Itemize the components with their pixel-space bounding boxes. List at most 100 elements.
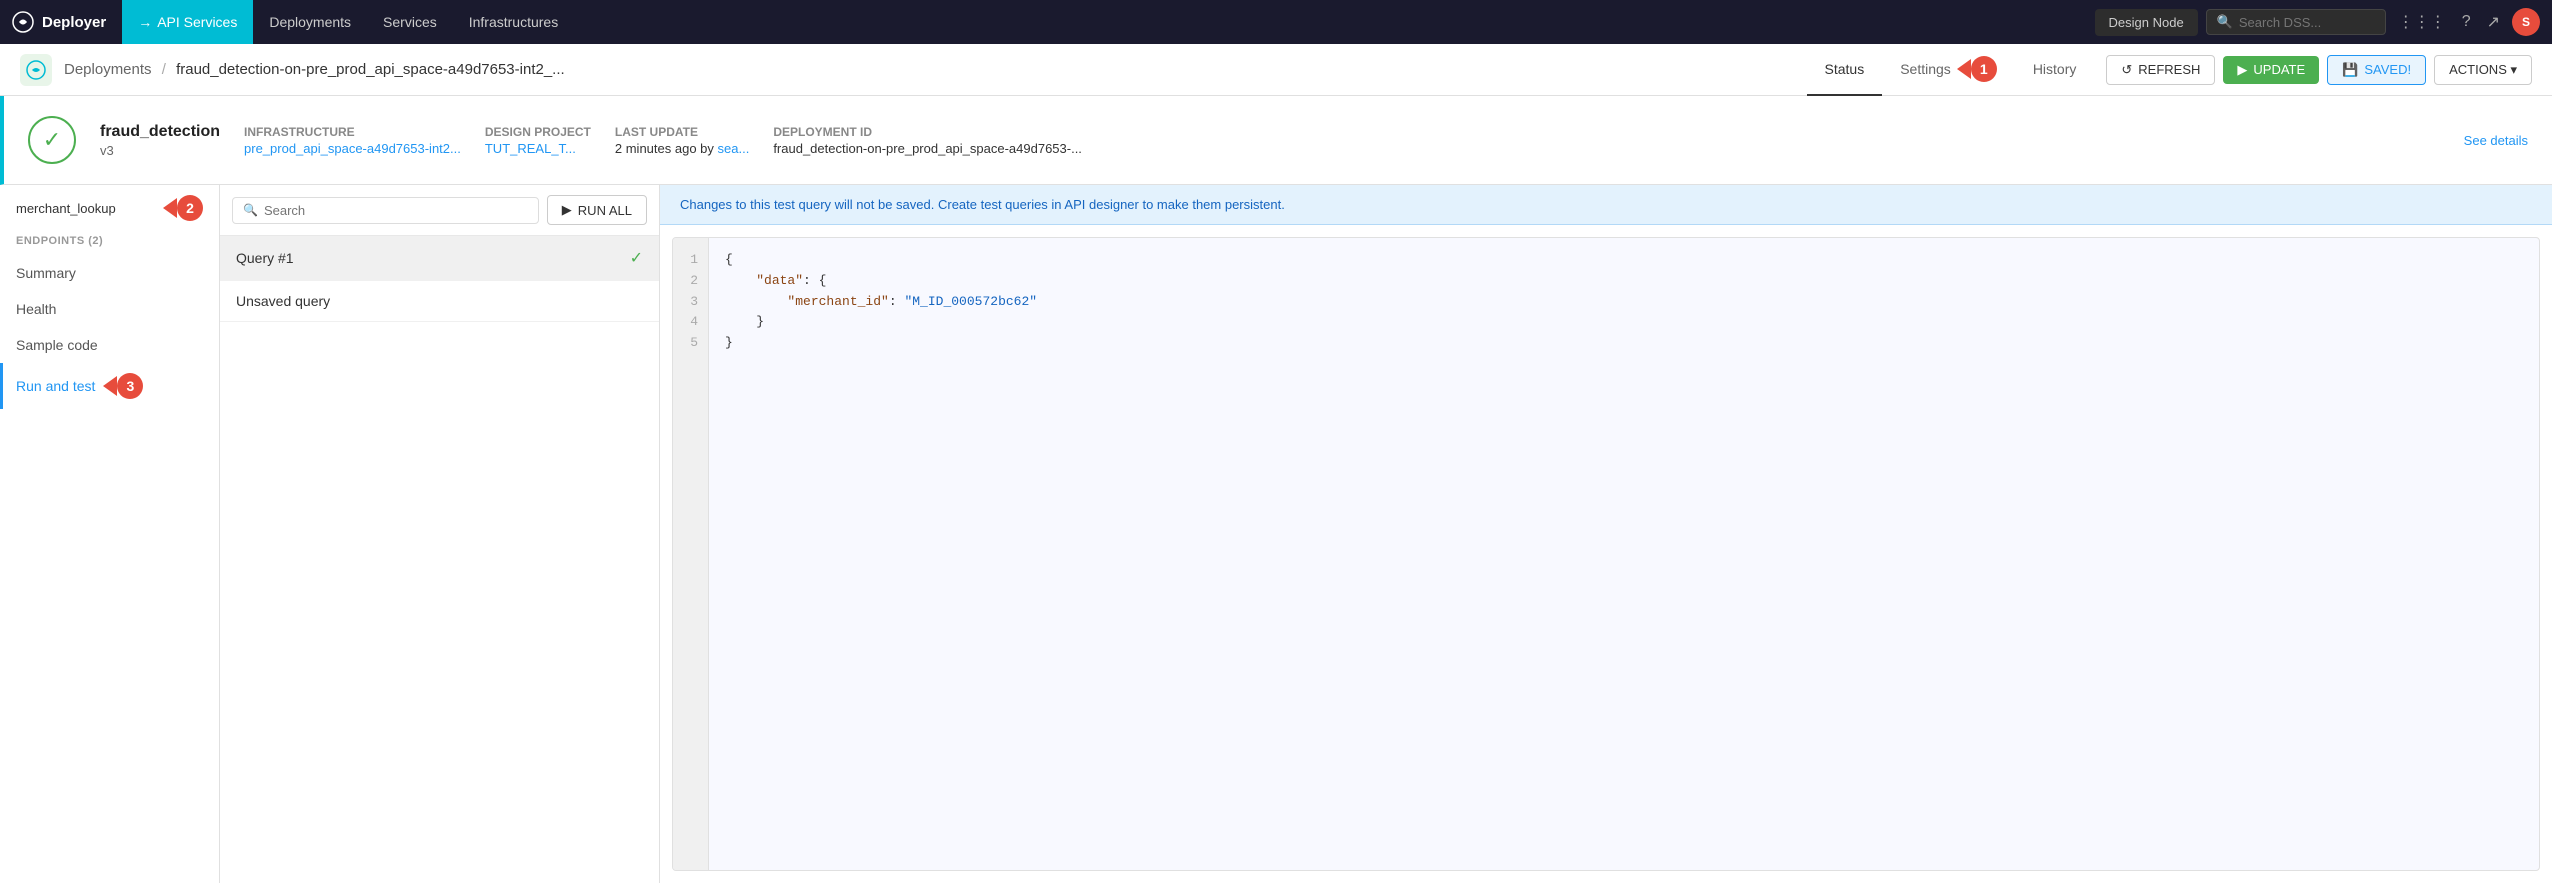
summary-label: Summary — [16, 265, 76, 281]
help-icon[interactable]: ? — [2458, 9, 2475, 35]
design-node-button[interactable]: Design Node — [2095, 9, 2198, 36]
play-icon: ▶ — [2237, 62, 2247, 78]
query-list: Query #1 ✓ Unsaved query — [220, 236, 659, 883]
update-button[interactable]: ▶ UPDATE — [2223, 56, 2319, 84]
line-5: 5 — [683, 333, 698, 354]
logo-icon — [12, 11, 34, 33]
infra-value[interactable]: pre_prod_api_space-a49d7653-int2... — [244, 141, 461, 156]
query-1-check-icon: ✓ — [630, 248, 643, 268]
actions-button[interactable]: ACTIONS ▾ — [2434, 55, 2532, 85]
code-content[interactable]: { "data": { "merchant_id": "M_ID_000572b… — [709, 238, 2539, 870]
nav-deployments[interactable]: Deployments — [253, 0, 367, 44]
design-project-section: Design project TUT_REAL_T... — [485, 125, 591, 156]
code-editor[interactable]: 1 2 3 4 5 { "data": { "merchant_id": "M_… — [672, 237, 2540, 871]
refresh-button[interactable]: ↺ REFRESH — [2106, 55, 2215, 85]
sidebar-endpoint-badge: 2 — [177, 195, 203, 221]
run-test-badge: 3 — [117, 373, 143, 399]
deploy-id-label: Deployment ID — [773, 125, 1082, 139]
line-3: 3 — [683, 292, 698, 313]
run-all-play-icon: ▶ — [562, 202, 572, 218]
save-icon: 💾 — [2342, 62, 2358, 78]
query-search-box[interactable]: 🔍 — [232, 197, 539, 224]
breadcrumb-icon — [20, 54, 52, 86]
nav-deployments-label: Deployments — [269, 14, 351, 30]
search-icon: 🔍 — [243, 203, 258, 217]
nav-right-actions: Design Node 🔍 ⋮⋮⋮ ? ↗ S — [2095, 8, 2540, 36]
nav-services-label: Services — [383, 14, 437, 30]
run-and-test-label: Run and test — [16, 378, 95, 394]
query-item-unsaved[interactable]: Unsaved query — [220, 281, 659, 322]
breadcrumb-actions: ↺ REFRESH ▶ UPDATE 💾 SAVED! ACTIONS ▾ — [2106, 55, 2532, 85]
breadcrumb-separator: / — [162, 61, 166, 78]
saved-label: SAVED! — [2364, 62, 2411, 77]
breadcrumb-deployments-link[interactable]: Deployments — [64, 61, 152, 78]
sample-code-label: Sample code — [16, 337, 98, 353]
saved-button[interactable]: 💾 SAVED! — [2327, 55, 2426, 85]
banner-text: Changes to this test query will not be s… — [680, 197, 1285, 212]
project-label: Design project — [485, 125, 591, 139]
query-1-label: Query #1 — [236, 250, 294, 266]
deployment-version: v3 — [100, 143, 220, 158]
run-all-button[interactable]: ▶ RUN ALL — [547, 195, 647, 225]
tab-history[interactable]: History — [2015, 44, 2095, 96]
tab-settings[interactable]: Settings 1 — [1882, 44, 2015, 96]
left-sidebar: merchant_lookup 2 ENDPOINTS (2) Summary … — [0, 185, 220, 883]
breadcrumb-bar: Deployments / fraud_detection-on-pre_pro… — [0, 44, 2552, 96]
deployment-name: fraud_detection — [100, 123, 220, 141]
infrastructure-section: Infrastructure pre_prod_api_space-a49d76… — [244, 125, 461, 156]
refresh-label: REFRESH — [2138, 62, 2200, 77]
main-layout: merchant_lookup 2 ENDPOINTS (2) Summary … — [0, 185, 2552, 883]
center-toolbar: 🔍 ▶ RUN ALL — [220, 185, 659, 236]
nav-api-services-label: API Services — [157, 14, 237, 30]
sidebar-item-run-and-test[interactable]: Run and test 3 — [0, 363, 219, 409]
endpoints-label: ENDPOINTS (2) — [0, 231, 219, 255]
notify-icon[interactable]: ↗ — [2483, 8, 2504, 36]
sidebar-item-sample-code[interactable]: Sample code — [0, 327, 219, 363]
tab-history-label: History — [2033, 61, 2077, 77]
query-item-1[interactable]: Query #1 ✓ — [220, 236, 659, 281]
refresh-icon: ↺ — [2121, 62, 2132, 78]
deployment-name-section: fraud_detection v3 — [100, 123, 220, 158]
deployment-info-card: ✓ fraud_detection v3 Infrastructure pre_… — [0, 96, 2552, 185]
global-search-box[interactable]: 🔍 — [2206, 9, 2386, 35]
line-1: 1 — [683, 250, 698, 271]
nav-infrastructures[interactable]: Infrastructures — [453, 0, 574, 44]
app-logo[interactable]: Deployer — [12, 11, 118, 33]
top-navigation: Deployer → API Services Deployments Serv… — [0, 0, 2552, 44]
user-avatar[interactable]: S — [2512, 8, 2540, 36]
see-details-link[interactable]: See details — [2464, 133, 2528, 148]
sidebar-item-health[interactable]: Health — [0, 291, 219, 327]
tab-settings-label: Settings — [1900, 61, 1951, 77]
sidebar-badge-arrow: 2 — [163, 195, 203, 221]
last-update-section: Last update 2 minutes ago by sea... — [615, 125, 749, 156]
sidebar-service-item[interactable]: merchant_lookup 2 — [0, 185, 219, 231]
update-label: UPDATE — [2253, 62, 2305, 77]
run-all-label: RUN ALL — [578, 203, 632, 218]
tab-status[interactable]: Status — [1807, 44, 1883, 96]
update-user-link[interactable]: sea... — [718, 141, 750, 156]
health-label: Health — [16, 301, 56, 317]
center-panel: 🔍 ▶ RUN ALL Query #1 ✓ Unsaved query — [220, 185, 660, 883]
update-value: 2 minutes ago by sea... — [615, 141, 749, 156]
settings-badge: 1 — [1971, 56, 1997, 82]
project-value[interactable]: TUT_REAL_T... — [485, 141, 591, 156]
breadcrumb-text: Deployments / fraud_detection-on-pre_pro… — [64, 61, 1795, 78]
infra-label: Infrastructure — [244, 125, 461, 139]
line-4: 4 — [683, 312, 698, 333]
line-numbers: 1 2 3 4 5 — [673, 238, 709, 870]
search-icon: 🔍 — [2217, 14, 2233, 30]
run-test-badge-arrow: 3 — [103, 373, 143, 399]
settings-badge-arrow: 1 — [1957, 56, 1997, 82]
update-label: Last update — [615, 125, 749, 139]
global-search-input[interactable] — [2239, 15, 2375, 30]
sidebar-item-summary[interactable]: Summary — [0, 255, 219, 291]
nav-services[interactable]: Services — [367, 0, 453, 44]
breadcrumb-tabs: Status Settings 1 History — [1807, 44, 2095, 96]
query-search-input[interactable] — [264, 203, 528, 218]
grid-icon[interactable]: ⋮⋮⋮ — [2394, 8, 2450, 36]
deploy-id-value: fraud_detection-on-pre_prod_api_space-a4… — [773, 141, 1082, 156]
nav-infrastructures-label: Infrastructures — [469, 14, 558, 30]
sidebar-service-name-label: merchant_lookup — [16, 201, 116, 216]
nav-api-services[interactable]: → API Services — [122, 0, 253, 44]
nav-arrow-icon: → — [138, 14, 152, 30]
